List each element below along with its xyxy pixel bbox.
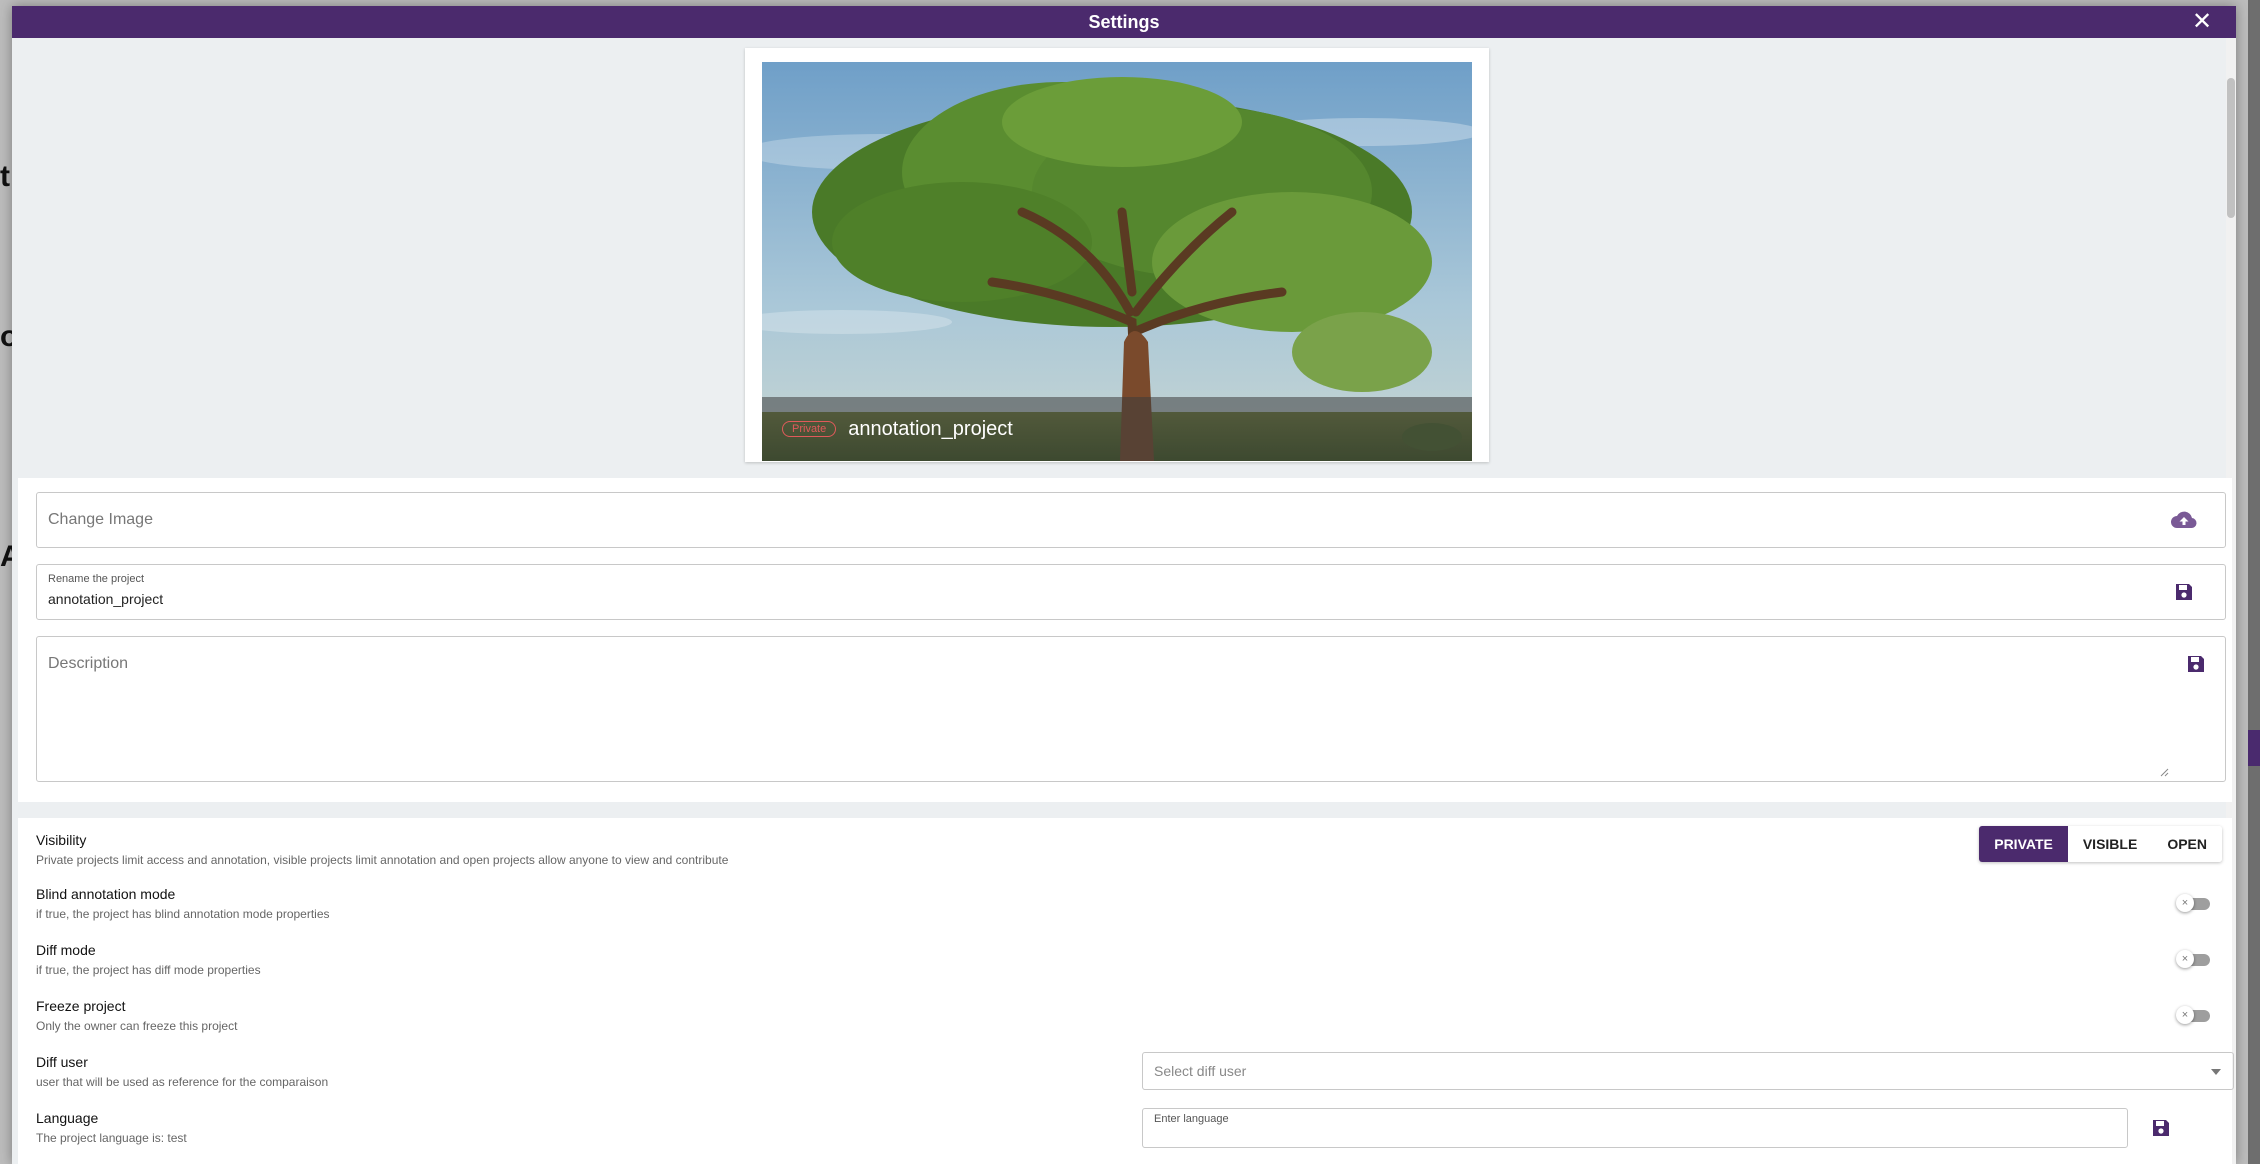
freeze-description: Only the owner can freeze this project: [36, 1019, 238, 1033]
blind-mode-title: Blind annotation mode: [36, 886, 176, 902]
visibility-open-button[interactable]: OPEN: [2152, 826, 2222, 862]
dialog-header: Settings ✕: [12, 6, 2236, 38]
close-button[interactable]: ✕: [2188, 8, 2216, 36]
diff-user-select[interactable]: Select diff user: [1142, 1052, 2234, 1090]
privacy-badge: Private: [782, 421, 837, 437]
change-image-field[interactable]: Change Image: [36, 492, 2226, 548]
dialog-title: Settings: [1088, 11, 1160, 32]
visibility-private-button[interactable]: PRIVATE: [1979, 826, 2068, 862]
freeze-row: Freeze project Only the owner can freeze…: [36, 998, 237, 1033]
background-strip: [2248, 0, 2260, 1164]
visibility-title: Visibility: [36, 832, 87, 848]
visibility-description: Private projects limit access and annota…: [36, 853, 729, 867]
close-icon: ✕: [2191, 8, 2213, 35]
scrollbar-thumb[interactable]: [2227, 78, 2235, 218]
blind-mode-description: if true, the project has blind annotatio…: [36, 907, 330, 921]
freeze-toggle[interactable]: ×: [2176, 1006, 2212, 1026]
visibility-toggle-group: PRIVATE VISIBLE OPEN: [1979, 826, 2222, 862]
freeze-title: Freeze project: [36, 998, 126, 1014]
project-name: annotation_project: [848, 417, 1013, 440]
project-form: Change Image Rename the project annotati…: [18, 478, 2232, 802]
diff-user-row: Diff user user that will be used as refe…: [36, 1054, 328, 1089]
language-row: Language The project language is: test: [36, 1110, 187, 1145]
diff-mode-description: if true, the project has diff mode prope…: [36, 963, 261, 977]
diff-user-title: Diff user: [36, 1054, 88, 1070]
x-icon: ×: [2176, 894, 2194, 912]
rename-field[interactable]: Rename the project annotation_project: [36, 564, 2226, 620]
save-name-button[interactable]: [2169, 577, 2199, 607]
change-image-placeholder: Change Image: [48, 511, 153, 528]
language-title: Language: [36, 1110, 99, 1126]
diff-mode-toggle[interactable]: ×: [2176, 950, 2212, 970]
language-input[interactable]: Enter language: [1142, 1108, 2128, 1148]
chevron-down-icon: [2211, 1069, 2221, 1075]
save-language-button[interactable]: [2146, 1113, 2176, 1143]
save-icon: [2176, 584, 2192, 600]
save-icon: [2188, 656, 2204, 672]
cloud-upload-icon: [2171, 511, 2197, 529]
diff-user-placeholder: Select diff user: [1154, 1063, 1247, 1079]
x-icon: ×: [2176, 950, 2194, 968]
save-icon: [2153, 1120, 2169, 1136]
diff-mode-title: Diff mode: [36, 942, 96, 958]
project-image-card: Private annotation_project: [745, 48, 1489, 462]
x-icon: ×: [2176, 1006, 2194, 1024]
rename-label: Rename the project: [48, 573, 144, 585]
diff-mode-row: Diff mode if true, the project has diff …: [36, 942, 261, 977]
upload-button[interactable]: [2169, 505, 2199, 535]
description-placeholder: Description: [48, 655, 129, 672]
image-caption: Private annotation_project: [762, 397, 1472, 461]
visibility-visible-button[interactable]: VISIBLE: [2067, 826, 2153, 862]
settings-dialog: Settings ✕ Private annotation_project Ch…: [12, 6, 2236, 1164]
resize-handle[interactable]: [2159, 767, 2169, 777]
blind-mode-toggle[interactable]: ×: [2176, 894, 2212, 914]
visibility-row: Visibility Private projects limit access…: [36, 832, 728, 867]
rename-value[interactable]: annotation_project: [48, 591, 163, 607]
language-input-label: Enter language: [1154, 1113, 1229, 1125]
description-field[interactable]: Description: [36, 636, 2226, 782]
language-description: The project language is: test: [36, 1131, 187, 1145]
background-fragment: t: [0, 160, 10, 193]
project-image: Private annotation_project: [762, 62, 1472, 461]
blind-mode-row: Blind annotation mode if true, the proje…: [36, 886, 330, 921]
diff-user-description: user that will be used as reference for …: [36, 1075, 329, 1089]
save-description-button[interactable]: [2181, 649, 2211, 679]
project-settings: Visibility Private projects limit access…: [18, 818, 2234, 1164]
